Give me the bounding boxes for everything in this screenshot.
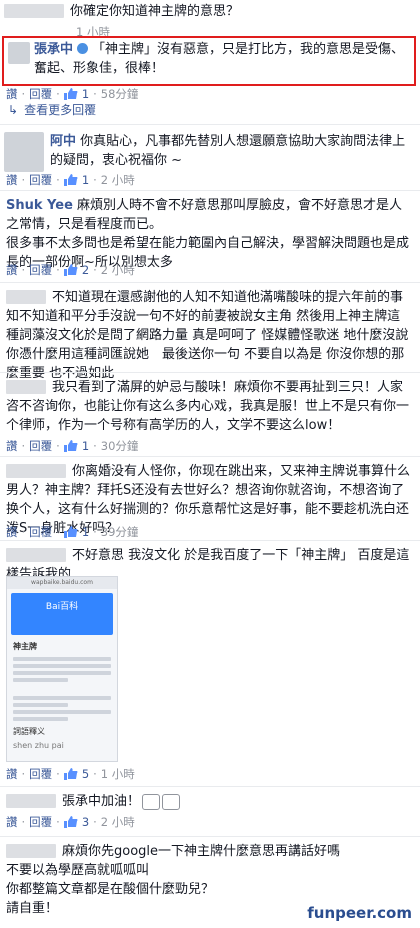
commenter-name[interactable]: 阿中 bbox=[50, 134, 76, 149]
like-count[interactable]: 1 bbox=[82, 87, 89, 101]
divider bbox=[0, 190, 420, 191]
comment-text: 你確定你知道神主牌的意思？ bbox=[70, 4, 240, 19]
time: 1 小時 bbox=[100, 767, 135, 781]
view-more-replies[interactable]: ↳ 查看更多回覆 bbox=[8, 101, 96, 118]
blurred-name bbox=[6, 794, 56, 808]
comment-text: 阿中 你真貼心，凡事都先替別人想還願意協助大家詢問法律上的疑問，衷心祝福你 ~ bbox=[50, 132, 412, 170]
commenter-name[interactable]: 張承中 bbox=[34, 42, 73, 57]
comment-actions: 讚 · 回覆 · 1 · 39分鐘 bbox=[6, 524, 139, 540]
time: 2 小時 bbox=[100, 815, 135, 829]
watermark: funpeer.com bbox=[307, 904, 412, 922]
sticker-icon bbox=[162, 793, 181, 810]
blurred-name bbox=[4, 4, 64, 18]
thumbs-up-icon bbox=[63, 768, 78, 780]
reply-button[interactable]: 回覆 bbox=[29, 262, 52, 278]
comment-text: Shuk Yee 麻煩別人時不會不好意思那叫厚臉皮，會不好意思才是人之常情，只是… bbox=[6, 196, 412, 272]
thumbs-up-icon bbox=[63, 816, 78, 828]
like-button[interactable]: 讚 bbox=[6, 172, 18, 188]
comment-body: 張承中加油！ bbox=[62, 794, 141, 809]
time: 39分鐘 bbox=[100, 525, 139, 539]
avatar bbox=[8, 42, 30, 64]
comment-actions: 讚 · 回覆 · 2 · 2 小時 bbox=[6, 262, 135, 278]
baidu-banner: Bai百科 bbox=[11, 593, 113, 635]
like-button[interactable]: 讚 bbox=[6, 262, 18, 278]
comment-actions: 讚 · 回覆 · 1 · 30分鐘 bbox=[6, 438, 139, 454]
divider bbox=[0, 540, 420, 541]
like-count[interactable]: 2 bbox=[82, 263, 89, 277]
comment-text: 張承中 「神主牌」沒有惡意，只是打比方，我的意思是受傷、奮起、形象佳，很棒！ bbox=[34, 40, 406, 78]
comment-text: 張承中加油！ bbox=[62, 792, 402, 811]
like-button[interactable]: 讚 bbox=[6, 86, 18, 102]
like-count[interactable]: 1 bbox=[82, 439, 89, 453]
thumbs-up-icon bbox=[63, 264, 78, 276]
time: 2 小時 bbox=[100, 173, 135, 187]
comment-actions: 讚 · 回覆 · 5 · 1 小時 bbox=[6, 766, 135, 782]
like-count[interactable]: 1 bbox=[82, 525, 89, 539]
divider bbox=[0, 372, 420, 373]
sticker-icon bbox=[142, 793, 161, 810]
comment-actions: 讚 · 回覆 · 1 · 58分鐘 bbox=[6, 86, 139, 102]
entry-section: 詞語釋义 bbox=[13, 727, 45, 736]
reply-button[interactable]: 回覆 bbox=[29, 766, 52, 782]
divider bbox=[0, 282, 420, 283]
avatar bbox=[4, 132, 44, 172]
thumbs-up-icon bbox=[63, 88, 78, 100]
like-button[interactable]: 讚 bbox=[6, 438, 18, 454]
like-button[interactable]: 讚 bbox=[6, 766, 18, 782]
like-button[interactable]: 讚 bbox=[6, 524, 18, 540]
browser-url-bar: wapbaike.baidu.com bbox=[7, 577, 117, 589]
reply-button[interactable]: 回覆 bbox=[29, 86, 52, 102]
divider bbox=[0, 456, 420, 457]
time: 58分鐘 bbox=[100, 87, 139, 101]
verified-icon bbox=[77, 43, 89, 54]
thumbs-up-icon bbox=[63, 440, 78, 452]
comment-body: 你真貼心，凡事都先替別人想還願意協助大家詢問法律上的疑問，衷心祝福你 ~ bbox=[50, 134, 406, 168]
baidu-screenshot-image[interactable]: wapbaike.baidu.com Bai百科 神主牌 詞語釋义 shen z… bbox=[6, 576, 118, 762]
divider bbox=[0, 836, 420, 837]
divider bbox=[0, 124, 420, 125]
comment-text: 不知道現在還感謝他的人知不知道他滿嘴酸味的提六年前的事 知不知道和平分手沒說一句… bbox=[6, 290, 409, 381]
comment-text: 我只看到了滿屏的妒忌与酸味！麻煩你不要再扯到三只！人家咨不咨询你，也能让你有这么… bbox=[6, 380, 410, 433]
thumbs-up-icon bbox=[63, 174, 78, 186]
entry-pron: shen zhu pai bbox=[13, 741, 64, 750]
entry-title: 神主牌 bbox=[13, 642, 37, 651]
view-more-label: 查看更多回覆 bbox=[24, 103, 97, 117]
thumbs-up-icon bbox=[63, 526, 78, 538]
reply-button[interactable]: 回覆 bbox=[29, 438, 52, 454]
comment-actions: 讚 · 回覆 · 3 · 2 小時 bbox=[6, 814, 135, 830]
reply-button[interactable]: 回覆 bbox=[29, 814, 52, 830]
time: 30分鐘 bbox=[100, 439, 139, 453]
like-count[interactable]: 5 bbox=[82, 767, 89, 781]
comment-actions: 讚 · 回覆 · 1 · 2 小時 bbox=[6, 172, 135, 188]
reply-arrow-icon: ↳ bbox=[8, 102, 19, 117]
comment-body: 「神主牌」沒有惡意，只是打比方，我的意思是受傷、奮起、形象佳，很棒！ bbox=[34, 42, 405, 76]
like-count[interactable]: 1 bbox=[82, 173, 89, 187]
reply-button[interactable]: 回覆 bbox=[29, 524, 52, 540]
like-count[interactable]: 3 bbox=[82, 815, 89, 829]
time: 2 小時 bbox=[100, 263, 135, 277]
divider bbox=[0, 786, 420, 787]
baidu-logo: Bai百科 bbox=[45, 602, 79, 612]
comment-thread: 你確定你知道神主牌的意思？ 1 小時 張承中 「神主牌」沒有惡意，只是打比方，我的… bbox=[0, 0, 420, 928]
reply-button[interactable]: 回覆 bbox=[29, 172, 52, 188]
like-button[interactable]: 讚 bbox=[6, 814, 18, 830]
commenter-name[interactable]: Shuk Yee bbox=[6, 198, 73, 213]
